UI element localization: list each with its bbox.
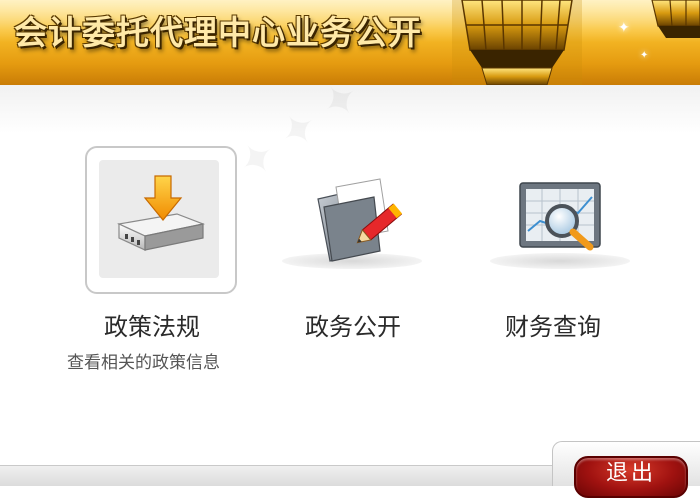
chart-magnifier-icon	[519, 182, 601, 251]
exit-button[interactable]: 退出	[574, 456, 688, 498]
page-title: 会计委托代理中心业务公开	[14, 13, 422, 52]
sparkle-icon: ✦	[640, 50, 649, 61]
menu-label-public-affairs[interactable]: 政务公开	[305, 307, 401, 342]
menu-label-finance-query[interactable]: 财务查询	[505, 307, 601, 342]
download-drive-icon	[116, 175, 206, 251]
menu-tile-policy[interactable]	[85, 146, 245, 306]
sparkle-icon: ✦	[618, 20, 630, 36]
menu-description-policy: 查看相关的政策信息	[67, 353, 220, 373]
menu-label-policy[interactable]: 政策法规	[104, 307, 200, 342]
folder-pencil-icon	[317, 178, 403, 262]
main-content: 政策法规 查看相关的政策信息 政务公开 财务查询	[0, 70, 700, 485]
header-banner: 会计委托代理中心业务公开 ✦ ✦	[0, 0, 700, 85]
gold-lantern-small-icon	[651, 0, 700, 38]
gold-lantern-icon	[452, 0, 582, 85]
